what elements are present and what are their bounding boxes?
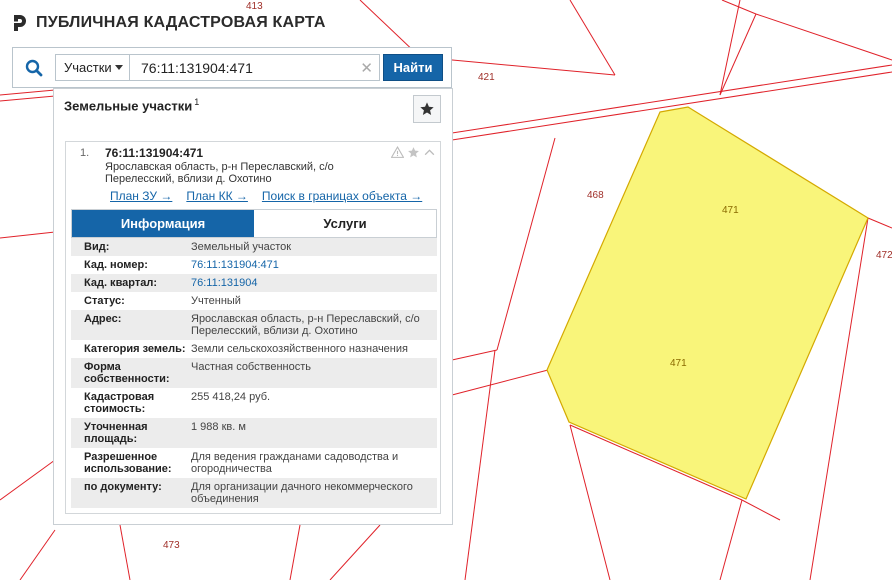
- attr-key: Форма собственности:: [84, 361, 170, 385]
- table-row: Адрес: Ярославская область, р-н Переслав…: [71, 310, 437, 340]
- attr-value: Для организации дачного некоммерческого …: [191, 481, 413, 505]
- result-tabs: Информация Услуги: [71, 209, 437, 238]
- panel-title-text: Земельные участки: [64, 98, 193, 114]
- search-type-value: Участки: [64, 60, 112, 75]
- result-cad-number[interactable]: 76:11:131904:471: [105, 146, 203, 160]
- attr-value: Ярославская область, р-н Переславский, с…: [191, 313, 420, 337]
- search-type-select[interactable]: Участки: [55, 54, 130, 81]
- map-label-468: 468: [587, 190, 604, 201]
- result-tools: [391, 146, 436, 159]
- favorite-button[interactable]: [413, 95, 441, 123]
- result-card[interactable]: 1. 76:11:131904:471 Ярославская область,…: [65, 141, 441, 514]
- attr-key: Статус:: [84, 295, 125, 307]
- table-row: Статус: Учтенный: [71, 292, 437, 310]
- map-label-473: 473: [163, 540, 180, 551]
- chevron-down-icon: [115, 65, 123, 70]
- attr-value: Для ведения гражданами садоводства и ого…: [191, 451, 399, 475]
- attr-key: Кадастровая стоимость:: [84, 391, 155, 415]
- table-row: Категория земель: Земли сельскохозяйстве…: [71, 340, 437, 358]
- parcel-label-471-top: 471: [722, 205, 739, 216]
- result-address: Ярославская область, р-н Переславский, с…: [105, 161, 334, 185]
- results-count: 1: [194, 97, 200, 107]
- selected-parcel[interactable]: [546, 106, 869, 500]
- search-bar: Участки 76:11:131904:471 ✕ Найти: [12, 47, 452, 88]
- map-label-421: 421: [478, 72, 495, 83]
- attr-key: Адрес:: [84, 313, 122, 325]
- table-row: Вид: Земельный участок: [71, 238, 437, 256]
- table-row: Форма собственности: Частная собственнос…: [71, 358, 437, 388]
- chevron-up-icon[interactable]: [423, 146, 436, 159]
- cad-quarter-link[interactable]: 76:11:131904: [191, 277, 437, 289]
- tab-services[interactable]: Услуги: [254, 210, 436, 237]
- attr-key: Категория земель:: [84, 343, 186, 355]
- table-row: Разрешенное использование: Для ведения г…: [71, 448, 437, 478]
- table-row: Кадастровая стоимость: 255 418,24 руб.: [71, 388, 437, 418]
- attr-key: по документу:: [84, 481, 162, 493]
- attribute-table: Вид: Земельный участок Кад. номер: 76:11…: [71, 238, 437, 508]
- tab-information[interactable]: Информация: [72, 210, 254, 237]
- table-row: Кад. квартал: 76:11:131904: [71, 274, 437, 292]
- result-links: План ЗУ → План КК → Поиск в границах объ…: [110, 189, 422, 203]
- search-input[interactable]: 76:11:131904:471 ✕: [130, 54, 380, 81]
- star-icon: [420, 102, 434, 115]
- star-icon[interactable]: [407, 146, 420, 159]
- search-icon-button[interactable]: [13, 48, 55, 87]
- app-header: ПУБЛИЧНАЯ КАДАСТРОВАЯ КАРТА: [10, 10, 326, 36]
- attr-value: Земельный участок: [191, 241, 292, 253]
- app-title: ПУБЛИЧНАЯ КАДАСТРОВАЯ КАРТА: [36, 14, 326, 31]
- warning-icon[interactable]: [391, 146, 404, 159]
- table-row: Кад. номер: 76:11:131904:471: [71, 256, 437, 274]
- cad-number-link[interactable]: 76:11:131904:471: [191, 259, 437, 271]
- search-input-value: 76:11:131904:471: [141, 59, 253, 76]
- attr-value: Частная собственность: [191, 361, 312, 373]
- attr-value: 255 418,24 руб.: [191, 391, 271, 403]
- attr-value: Учтенный: [191, 295, 241, 307]
- table-row: по документу: Для организации дачного не…: [71, 478, 437, 508]
- pkk-logo-icon: [14, 15, 26, 31]
- attr-key: Разрешенное использование:: [84, 451, 172, 475]
- result-index: 1.: [80, 147, 90, 159]
- attr-value: Земли сельскохозяйственного назначения: [191, 343, 408, 355]
- clear-icon[interactable]: ✕: [360, 59, 373, 77]
- map-label-472: 472: [876, 250, 892, 261]
- attr-key: Кад. номер:: [84, 259, 148, 271]
- search-in-bounds-link[interactable]: Поиск в границах объекта →: [262, 189, 422, 203]
- plan-kk-link[interactable]: План КК →: [186, 189, 248, 203]
- find-button[interactable]: Найти: [383, 54, 443, 81]
- table-row: Уточненная площадь: 1 988 кв. м: [71, 418, 437, 448]
- panel-title: Земельные участки 1: [64, 97, 199, 113]
- attr-key: Вид:: [84, 241, 110, 253]
- results-panel: Земельные участки 1 1. 76:11:131904:471 Я…: [53, 88, 453, 525]
- attr-key: Кад. квартал:: [84, 277, 158, 289]
- search-icon: [25, 59, 43, 76]
- parcel-label-471-center: 471: [670, 358, 687, 369]
- attr-value: 1 988 кв. м: [191, 421, 246, 433]
- attr-key: Уточненная площадь:: [84, 421, 148, 445]
- plan-zu-link[interactable]: План ЗУ →: [110, 189, 172, 203]
